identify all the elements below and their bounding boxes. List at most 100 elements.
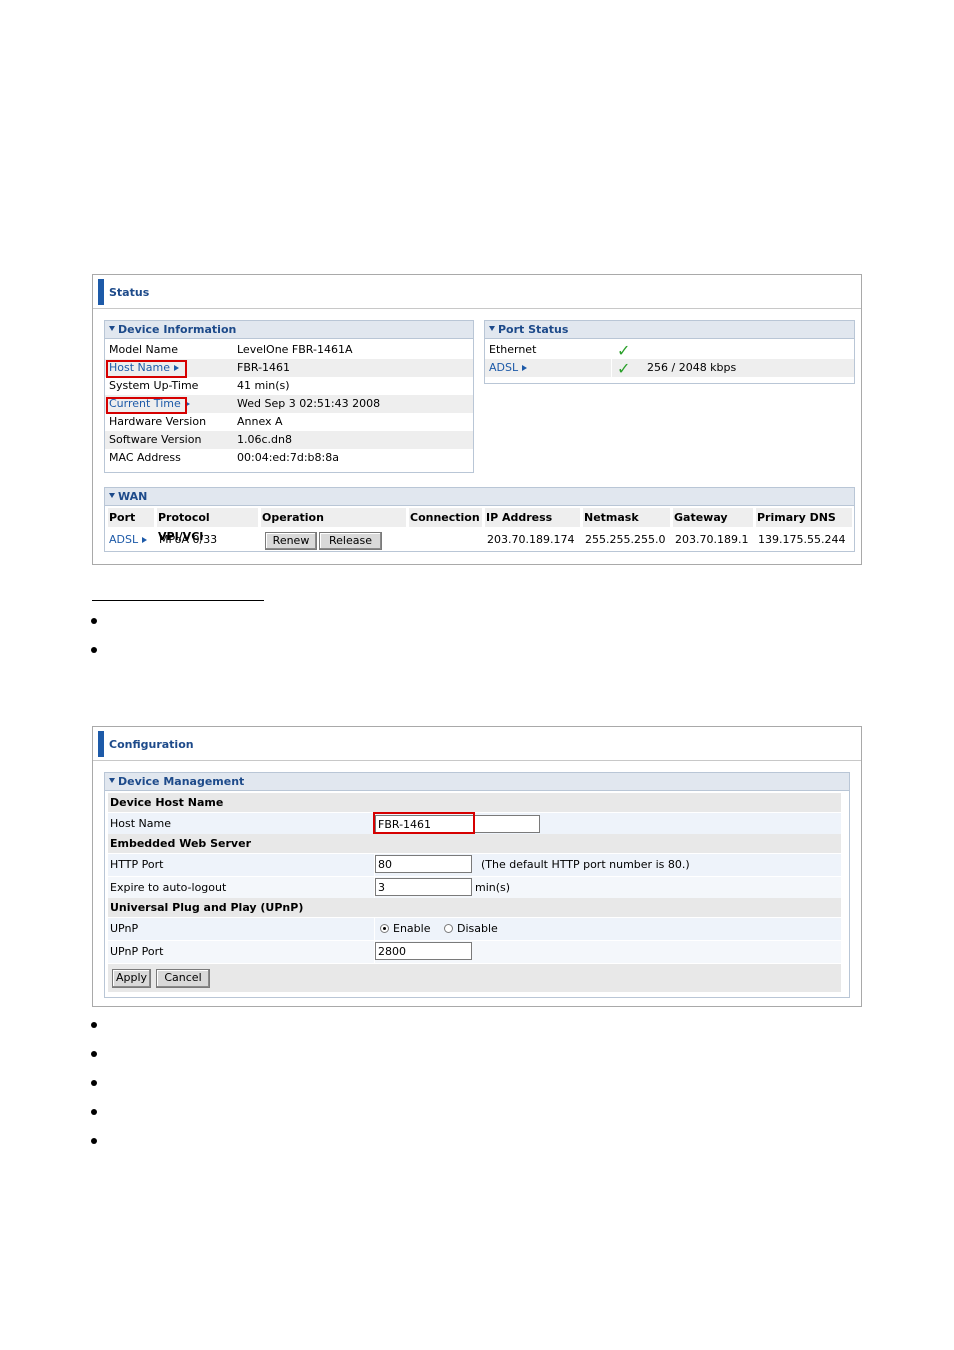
adsl-rate-value: 256 / 2048 kbps	[647, 361, 737, 374]
row-expire-logout: Expire to auto-logout min(s)	[108, 877, 841, 899]
configuration-panel-title: Configuration	[109, 738, 194, 751]
device-information-title: Device Information	[118, 323, 237, 336]
device-management-title: Device Management	[118, 775, 245, 788]
wan-col-protocol: Protocol VPI/VCI	[157, 508, 258, 543]
device-info-row-model: Model Name LevelOne FBR-1461A	[105, 341, 473, 359]
row-upnp-port: UPnP Port	[108, 941, 841, 963]
panel-accent-bar	[98, 279, 104, 305]
bullet-point	[91, 1138, 97, 1144]
expire-unit-label: min(s)	[475, 881, 511, 894]
cancel-button[interactable]: Cancel	[156, 969, 210, 988]
port-status-header[interactable]: Port Status	[485, 321, 854, 339]
button-bar	[108, 964, 841, 992]
device-information-box: Device Information Model Name LevelOne FB…	[104, 320, 474, 473]
port-status-title: Port Status	[498, 323, 569, 336]
mac-address-label: MAC Address	[109, 451, 181, 464]
adsl-port-link-label: ADSL	[489, 361, 519, 374]
status-panel: Status Device Information Model Name Leve…	[92, 274, 862, 565]
device-info-row-hardware: Hardware Version Annex A	[105, 413, 473, 431]
collapse-triangle-icon	[109, 326, 115, 331]
bullet-point	[91, 647, 97, 653]
status-panel-title: Status	[109, 286, 150, 299]
host-name-input-highlight-box	[373, 812, 475, 834]
configuration-panel: Configuration Device Management Device H…	[92, 726, 862, 1007]
expire-logout-label: Expire to auto-logout	[110, 881, 227, 894]
upnp-enable-radio[interactable]	[380, 924, 389, 933]
wan-netmask-value: 255.255.255.0	[585, 533, 666, 546]
hardware-version-value: Annex A	[237, 415, 283, 428]
wan-dns-value: 139.175.55.244	[758, 533, 846, 546]
wan-header[interactable]: WAN	[105, 488, 854, 506]
http-port-input[interactable]	[375, 855, 472, 873]
ethernet-label: Ethernet	[489, 343, 537, 356]
bullet-point	[91, 618, 97, 624]
software-version-label: Software Version	[109, 433, 202, 446]
collapse-triangle-icon	[109, 778, 115, 783]
configuration-panel-header: Configuration	[93, 727, 861, 761]
http-port-note: (The default HTTP port number is 80.)	[481, 858, 690, 871]
mac-address-value: 00:04:ed:7d:b8:8a	[237, 451, 339, 464]
wan-col-netmask: Netmask	[583, 508, 670, 527]
wan-gateway-value: 203.70.189.1	[675, 533, 749, 546]
wan-table-row: ADSL MPoA 0/33 203.70.189.174 255.255.25…	[105, 529, 854, 551]
port-row-ethernet: Ethernet ✓	[485, 341, 854, 359]
column-divider	[374, 918, 375, 940]
renew-button[interactable]: Renew	[265, 532, 317, 550]
section-embedded-web-server: Embedded Web Server	[108, 834, 841, 853]
device-info-row-software: Software Version 1.06c.dn8	[105, 431, 473, 449]
status-panel-header: Status	[93, 275, 861, 309]
upnp-disable-label[interactable]: Disable	[457, 918, 498, 940]
device-information-header[interactable]: Device Information	[105, 321, 473, 339]
row-upnp: UPnP Enable Disable	[108, 918, 841, 940]
column-divider	[611, 359, 612, 377]
upnp-port-label: UPnP Port	[110, 945, 164, 958]
adsl-port-link[interactable]: ADSL	[489, 359, 528, 377]
host-name-value: FBR-1461	[237, 361, 291, 374]
upnp-disable-radio[interactable]	[444, 924, 453, 933]
heading-underline-rule	[92, 600, 264, 601]
model-name-value: LevelOne FBR-1461A	[237, 343, 353, 356]
hardware-version-label: Hardware Version	[109, 415, 207, 428]
device-management-header[interactable]: Device Management	[105, 773, 849, 791]
release-button[interactable]: Release	[319, 532, 382, 550]
panel-accent-bar	[98, 731, 104, 757]
http-port-label: HTTP Port	[110, 858, 164, 871]
bullet-point	[91, 1051, 97, 1057]
software-version-value: 1.06c.dn8	[237, 433, 292, 446]
apply-button[interactable]: Apply	[112, 969, 151, 988]
upnp-label: UPnP	[110, 922, 139, 935]
port-row-adsl: ADSL ✓ 256 / 2048 kbps	[485, 359, 854, 377]
wan-col-connection: Connection	[409, 508, 482, 527]
collapse-triangle-icon	[489, 326, 495, 331]
wan-adsl-link-label: ADSL	[109, 533, 139, 546]
expire-logout-input[interactable]	[375, 878, 472, 896]
current-time-value: Wed Sep 3 02:51:43 2008	[237, 397, 381, 410]
upnp-enable-label[interactable]: Enable	[393, 918, 430, 940]
section-device-host-name: Device Host Name	[108, 793, 841, 812]
wan-col-gateway: Gateway	[673, 508, 753, 527]
current-time-highlight-box	[106, 397, 187, 414]
wan-protocol-value: MPoA 0/33	[159, 533, 218, 546]
bullet-point	[91, 1109, 97, 1115]
port-status-box: Port Status Ethernet ✓ ADSL ✓ 256 / 2048…	[484, 320, 855, 384]
collapse-triangle-icon	[109, 493, 115, 498]
wan-box: WAN Port Protocol VPI/VCI Operation Conn…	[104, 487, 855, 552]
host-name-highlight-box	[106, 360, 187, 378]
device-info-row-mac: MAC Address 00:04:ed:7d:b8:8a	[105, 449, 473, 467]
adsl-check-icon: ✓	[617, 359, 631, 378]
arrow-right-icon	[522, 365, 528, 371]
ethernet-check-icon: ✓	[617, 341, 631, 360]
upnp-port-input[interactable]	[375, 942, 472, 960]
device-info-row-uptime: System Up-Time 41 min(s)	[105, 377, 473, 395]
wan-col-port: Port	[108, 508, 154, 527]
uptime-label: System Up-Time	[109, 379, 199, 392]
wan-ip-value: 203.70.189.174	[487, 533, 575, 546]
wan-title: WAN	[118, 490, 148, 503]
host-name-field-label: Host Name	[110, 817, 171, 830]
section-upnp: Universal Plug and Play (UPnP)	[108, 898, 841, 917]
bullet-point	[91, 1022, 97, 1028]
wan-col-dns: Primary DNS	[756, 508, 852, 527]
arrow-right-icon	[142, 537, 148, 543]
wan-adsl-link[interactable]: ADSL	[109, 529, 148, 551]
wan-col-ip: IP Address	[485, 508, 580, 527]
